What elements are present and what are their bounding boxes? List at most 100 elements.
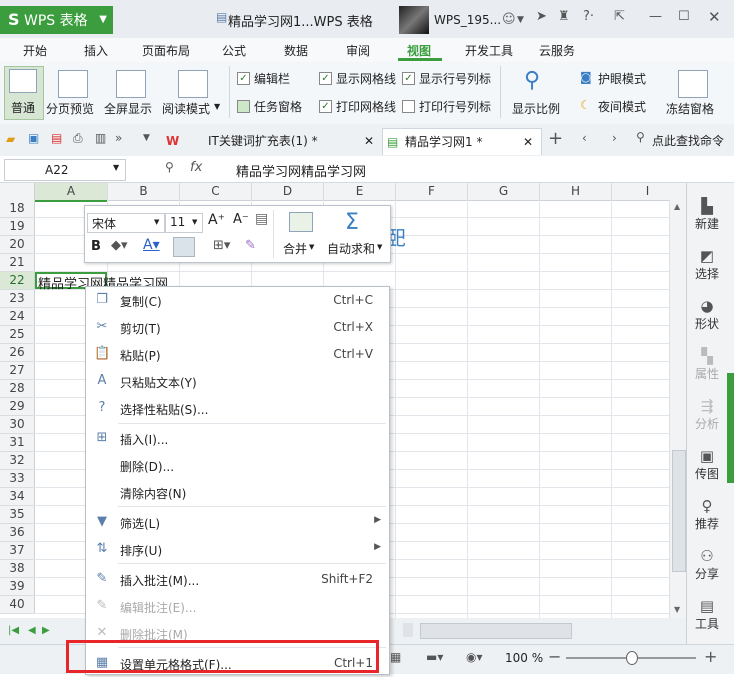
column-header-I[interactable]: I	[612, 183, 683, 200]
column-header-E[interactable]: E	[324, 183, 396, 200]
column-header-F[interactable]: F	[396, 183, 468, 200]
tab-review[interactable]: 审阅	[346, 42, 370, 59]
eraser-icon[interactable]: ✎	[245, 238, 256, 253]
chevron-down-icon[interactable]: ▼	[143, 133, 150, 143]
scroll-up-icon[interactable]: ▲	[674, 202, 680, 211]
night-mode-button[interactable]: 夜间模式	[598, 98, 646, 115]
column-header-G[interactable]: G	[468, 183, 540, 200]
horizontal-scrollbar-thumb[interactable]	[420, 623, 572, 639]
sidebar-item-new[interactable]: ▙ 新建	[687, 197, 727, 232]
zoom-ratio-button[interactable]: ⚲ 显示比例	[508, 66, 566, 120]
next-sheet-icon[interactable]: ▶	[42, 625, 50, 636]
row-header[interactable]: 38	[0, 560, 35, 578]
context-menu-item[interactable]: ✎ 编辑批注(E)...	[86, 593, 389, 620]
row-header[interactable]: 24	[0, 308, 35, 326]
prev-sheet-icon[interactable]: ◀	[28, 625, 36, 636]
sidebar-item-analysis[interactable]: ⇶ 分析	[687, 397, 727, 432]
align-center-icon[interactable]	[173, 237, 195, 257]
print-preview-icon[interactable]: ▥	[95, 131, 106, 145]
row-header[interactable]: 29	[0, 398, 35, 416]
row-header[interactable]: 40	[0, 596, 35, 614]
command-search[interactable]: 点此查找命令	[652, 132, 724, 149]
row-header[interactable]: 23	[0, 290, 35, 308]
chevron-down-icon[interactable]: ▼	[113, 163, 119, 172]
formula-input[interactable]: 精品学习网精品学习网	[236, 161, 366, 180]
tab-scroll-left-icon[interactable]: ‹	[582, 131, 587, 145]
row-header[interactable]: 25	[0, 326, 35, 344]
pdf-icon[interactable]: ▤	[51, 131, 62, 145]
fx-button[interactable]: fx	[190, 160, 202, 175]
doc-tab-keywords[interactable]: W IT关键词扩充表(1) * ✕	[160, 128, 382, 154]
row-header[interactable]: 30	[0, 416, 35, 434]
row-header[interactable]: 22	[0, 272, 35, 290]
zoom-out-icon[interactable]: −	[548, 647, 561, 666]
row-header[interactable]: 26	[0, 344, 35, 362]
vertical-scrollbar[interactable]: ▲ ▼	[669, 200, 686, 618]
tab-formulas[interactable]: 公式	[222, 42, 246, 59]
sidebar-item-properties[interactable]: ▚ 属性	[687, 347, 727, 382]
share-icon[interactable]: ➤	[536, 9, 547, 24]
fill-color-icon[interactable]: ◆▾	[111, 238, 128, 253]
sidebar-collapse-handle[interactable]	[727, 373, 734, 483]
font-color-icon[interactable]: A▾	[143, 237, 160, 253]
print-headers-checkbox[interactable]	[402, 100, 415, 113]
maximize-icon[interactable]: ☐	[678, 9, 690, 24]
print-icon[interactable]: ⎙	[73, 131, 83, 146]
first-sheet-icon[interactable]: |◀	[8, 625, 19, 636]
scrollbar-thumb[interactable]	[672, 450, 686, 572]
reading-mode-button[interactable]: 阅读模式 ▼	[162, 66, 224, 120]
increase-font-icon[interactable]: A⁺	[208, 212, 225, 228]
zoom-level[interactable]: 100 %	[505, 651, 543, 665]
row-header[interactable]: 28	[0, 380, 35, 398]
row-header[interactable]: 20	[0, 236, 35, 254]
show-headers-checkbox[interactable]: ✓	[402, 72, 415, 85]
column-header-D[interactable]: D	[252, 183, 324, 200]
layout-icon[interactable]: ▬▾	[426, 650, 443, 664]
row-header[interactable]: 31	[0, 434, 35, 452]
context-menu-item[interactable]: ? 选择性粘贴(S)...	[86, 395, 389, 422]
doc-tab-active[interactable]: ▤ 精品学习网1 * ✕	[382, 128, 542, 155]
print-grid-checkbox[interactable]: ✓	[319, 100, 332, 113]
context-menu-item[interactable]: ✂ 剪切(T) Ctrl+X	[86, 314, 389, 341]
freeze-panes-button[interactable]: 冻结窗格	[662, 66, 720, 120]
user-account[interactable]: WPS_195... ☺ ▼	[399, 6, 527, 34]
row-header[interactable]: 18	[0, 200, 35, 218]
sidebar-item-select[interactable]: ◩ 选择	[687, 247, 727, 282]
tab-page-layout[interactable]: 页面布局	[142, 42, 190, 59]
context-menu-item[interactable]: ⇅ 排序(U) ▶	[86, 536, 389, 563]
borders-icon[interactable]: ⊞▾	[213, 238, 230, 253]
more-icon[interactable]: »	[115, 131, 122, 145]
row-header[interactable]: 32	[0, 452, 35, 470]
close-tab-icon[interactable]: ✕	[523, 129, 533, 155]
row-header[interactable]: 27	[0, 362, 35, 380]
name-box[interactable]: A22	[4, 159, 126, 181]
sidebar-item-share[interactable]: ⚇ 分享	[687, 547, 727, 582]
context-menu-item[interactable]: 清除内容(N)	[86, 479, 389, 506]
new-tab-icon[interactable]: +	[548, 128, 563, 149]
context-menu-item[interactable]: 删除(D)...	[86, 452, 389, 479]
tab-developer[interactable]: 开发工具	[465, 42, 513, 59]
restore-icon[interactable]: ⇱	[614, 9, 625, 24]
tab-data[interactable]: 数据	[284, 42, 308, 59]
show-grid-checkbox[interactable]: ✓	[319, 72, 332, 85]
help-icon[interactable]: ?·	[583, 9, 594, 24]
column-header-C[interactable]: C	[180, 183, 252, 200]
page-preview-button[interactable]: 分页预览	[46, 66, 96, 120]
edit-bar-checkbox[interactable]: ✓	[237, 72, 250, 85]
bold-icon[interactable]: B	[91, 239, 101, 254]
zoom-slider-thumb[interactable]	[626, 651, 638, 665]
zoom-formula-icon[interactable]: ⚲	[165, 160, 174, 174]
context-menu-item[interactable]: A 只粘贴文本(Y)	[86, 368, 389, 395]
context-menu-item[interactable]: ▼ 筛选(L) ▶	[86, 509, 389, 536]
app-menu-button[interactable]: S WPS 表格 ▼	[0, 6, 113, 34]
open-folder-icon[interactable]: ▰	[6, 132, 15, 146]
row-header[interactable]: 37	[0, 542, 35, 560]
sidebar-item-tools[interactable]: ▤ 工具	[687, 597, 727, 632]
row-header[interactable]: 36	[0, 524, 35, 542]
autosum-button[interactable]: Σ 自动求和 ▼	[325, 210, 387, 258]
format-painter-icon[interactable]: ▤	[255, 211, 268, 227]
sidebar-item-shape[interactable]: ◕ 形状	[687, 297, 727, 332]
eye-mode-button[interactable]: 护眼模式	[598, 70, 646, 87]
scroll-down-icon[interactable]: ▼	[674, 605, 680, 614]
normal-view-button[interactable]: 普通	[4, 66, 44, 120]
